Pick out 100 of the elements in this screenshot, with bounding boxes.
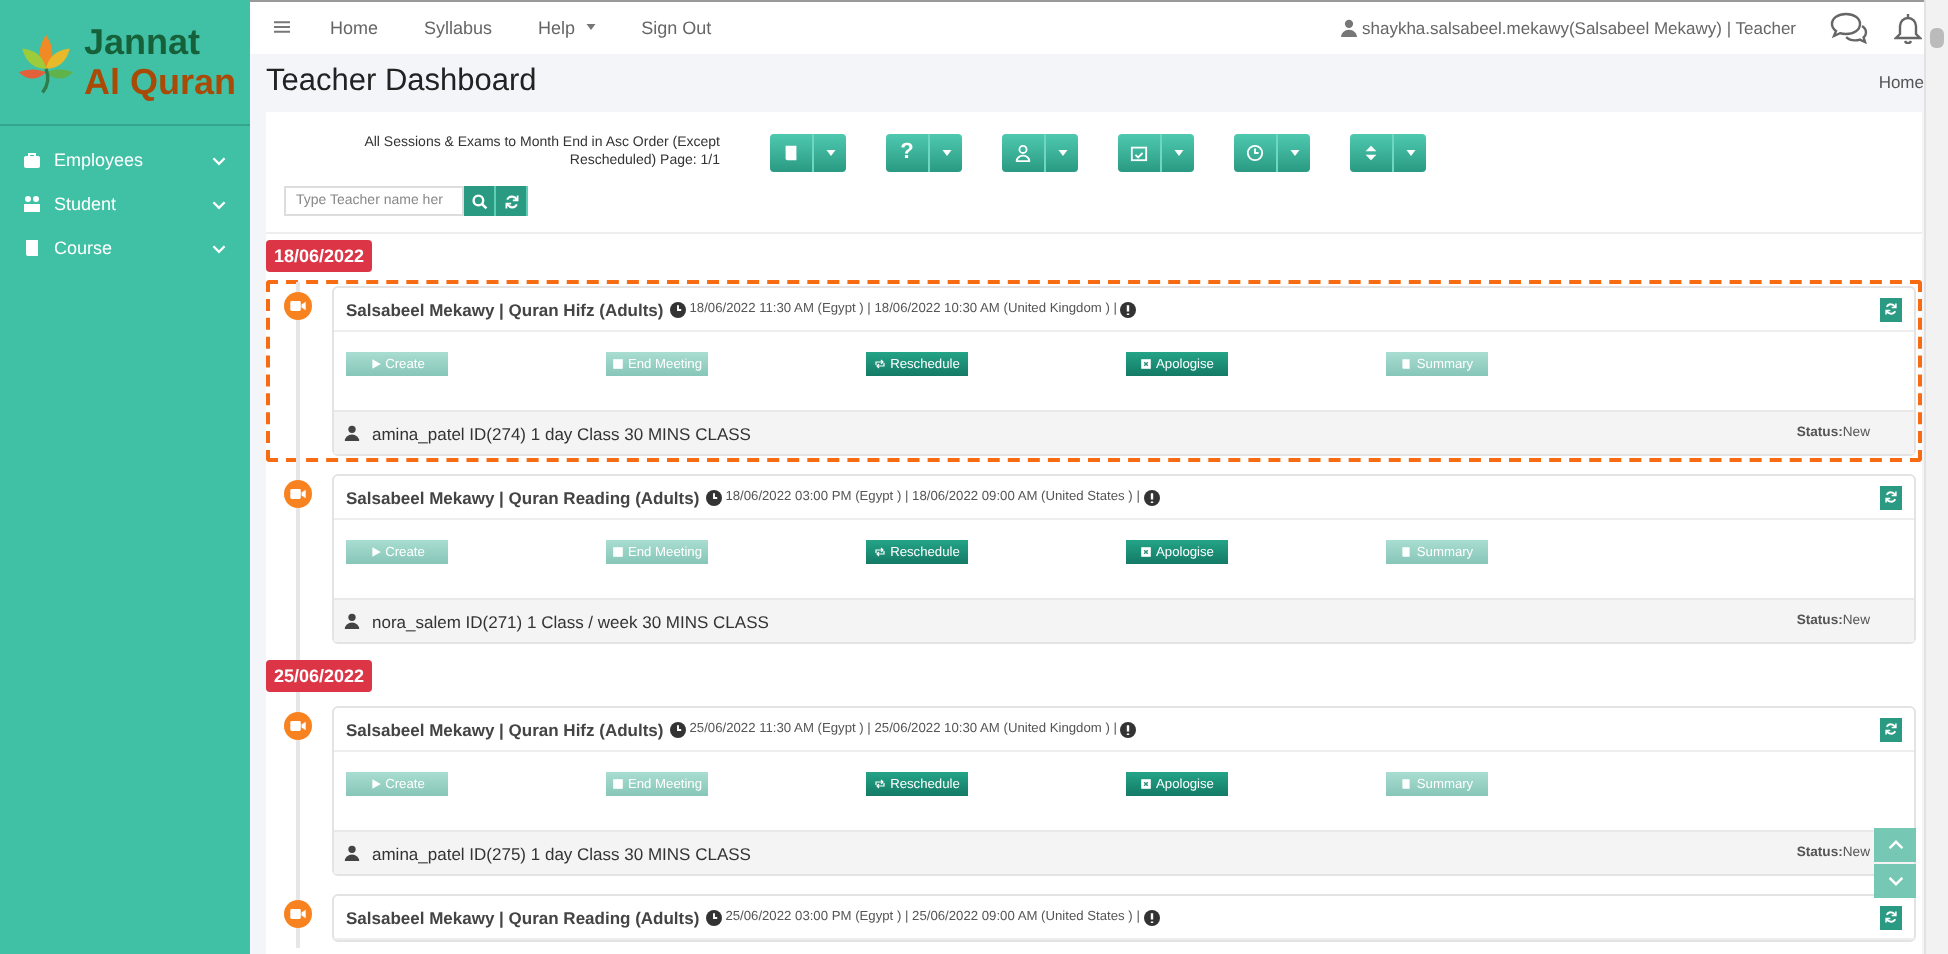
dropdown-toggle[interactable]: [1160, 133, 1194, 171]
book-icon: [1400, 358, 1413, 370]
scroll-down-button[interactable]: [1874, 864, 1916, 898]
play-icon: [369, 358, 382, 370]
video-camera-icon: [284, 712, 312, 740]
dropdown-toggle[interactable]: [1276, 133, 1310, 171]
help-button[interactable]: ?: [886, 133, 928, 171]
student-info: nora_salem ID(271) 1 Class / week 30 MINS CLASS: [372, 611, 769, 631]
chat-icon[interactable]: [1828, 11, 1868, 44]
book-icon: [1400, 778, 1413, 790]
cancel-icon: [1140, 358, 1153, 370]
refresh-button[interactable]: [1880, 905, 1902, 929]
caret-icon: [825, 149, 835, 155]
scrollbar[interactable]: [1924, 0, 1948, 954]
info-icon[interactable]: [1120, 301, 1137, 317]
repeat-icon: [874, 546, 887, 558]
briefcase-icon: [22, 150, 42, 170]
logo-text: Al Quran: [84, 62, 237, 102]
nav-link[interactable]: Help: [538, 17, 596, 38]
play-icon: [369, 778, 382, 790]
nav-link[interactable]: Home: [330, 17, 379, 38]
search-icon: [471, 193, 487, 209]
stop-icon: [611, 546, 624, 558]
chevron-up-icon: [1887, 840, 1903, 850]
menu-icon[interactable]: [274, 20, 290, 35]
refresh-icon: [1884, 490, 1898, 504]
page-title: Teacher Dashboard: [266, 64, 539, 101]
scroll-up-button[interactable]: [1874, 828, 1916, 862]
nav-link[interactable]: Syllabus: [424, 17, 493, 38]
repeat-icon: [874, 778, 887, 790]
book-icon: [1400, 546, 1413, 558]
session-title: Salsabeel Mekawy | Quran Hifz (Adults): [346, 719, 664, 739]
caret-icon: [1057, 149, 1067, 155]
chevron-icon: [212, 243, 226, 253]
video-camera-icon: [284, 900, 312, 928]
filter-button[interactable]: [1350, 133, 1392, 171]
session-title: Salsabeel Mekawy | Quran Reading (Adults): [346, 907, 700, 927]
date-badge: 25/06/2022: [266, 660, 373, 692]
clock-icon: [705, 909, 722, 925]
sidebar-item[interactable]: Employees: [0, 138, 250, 182]
scrollbar-thumb[interactable]: [1930, 28, 1944, 48]
caret-icon: [585, 24, 596, 31]
video-camera-icon: [284, 292, 312, 320]
chevron-icon: [212, 155, 226, 165]
filter-button[interactable]: [1234, 133, 1276, 171]
filter-button[interactable]: [770, 133, 812, 171]
user-icon: [344, 612, 360, 630]
info-icon[interactable]: [1143, 489, 1160, 505]
stop-icon: [611, 358, 624, 370]
search-button[interactable]: [464, 186, 496, 216]
caret-icon: [1405, 149, 1415, 155]
refresh-button[interactable]: [1880, 297, 1902, 321]
clock-icon: [669, 301, 686, 317]
info-icon[interactable]: [1143, 909, 1160, 925]
chevron-icon: [212, 199, 226, 209]
refresh-button[interactable]: [1880, 717, 1902, 741]
repeat-icon: [874, 358, 887, 370]
refresh-icon: [1884, 722, 1898, 736]
info-icon[interactable]: [1120, 721, 1137, 737]
student-info: amina_patel ID(274) 1 day Class 30 MINS CLASS: [372, 423, 751, 443]
caret-icon: [1289, 149, 1299, 155]
chevron-down-icon: [1887, 876, 1903, 886]
logo-text: Jannat: [84, 22, 203, 62]
refresh-button[interactable]: [1880, 485, 1902, 509]
people-icon: [22, 194, 42, 214]
stop-icon: [611, 778, 624, 790]
caret-icon: [1173, 149, 1183, 155]
video-camera-icon: [284, 480, 312, 508]
session-title: Salsabeel Mekawy | Quran Reading (Adults): [346, 487, 700, 507]
dropdown-toggle[interactable]: [1392, 133, 1426, 171]
dropdown-toggle[interactable]: [1044, 133, 1078, 171]
date-badge: 18/06/2022: [266, 240, 373, 272]
dropdown-toggle[interactable]: [928, 133, 962, 171]
filter-button[interactable]: [1118, 133, 1160, 171]
user-icon: [1014, 143, 1032, 161]
user-link[interactable]: shaykha.salsabeel.mekawy(Salsabeel Mekawy) | Teacher: [1361, 17, 1796, 38]
clock-icon: [705, 489, 722, 505]
sidebar-item[interactable]: Course: [0, 226, 250, 270]
session-title: Salsabeel Mekawy | Quran Hifz (Adults): [346, 299, 664, 319]
refresh-icon: [1884, 302, 1898, 316]
bell-icon[interactable]: [1894, 11, 1922, 44]
cancel-icon: [1140, 778, 1153, 790]
dropdown-toggle[interactable]: [812, 133, 846, 171]
clock-icon: [669, 721, 686, 737]
book-icon: [782, 143, 800, 161]
clock-icon: [1246, 143, 1264, 161]
sidebar-item[interactable]: Student: [0, 182, 250, 226]
calendar-icon: [1130, 143, 1148, 161]
user-icon: [344, 844, 360, 862]
refresh-button[interactable]: [496, 186, 528, 216]
student-info: amina_patel ID(275) 1 day Class 30 MINS CLASS: [372, 843, 751, 863]
refresh-icon: [1884, 910, 1898, 924]
breadcrumb-link[interactable]: Home: [1878, 72, 1924, 93]
user-icon: [344, 424, 360, 442]
user-icon: [1339, 17, 1358, 38]
filter-button[interactable]: [1002, 133, 1044, 171]
caret-icon: [941, 149, 951, 155]
cancel-icon: [1140, 546, 1153, 558]
book-icon: [22, 238, 42, 258]
nav-link[interactable]: Sign Out: [641, 17, 712, 38]
